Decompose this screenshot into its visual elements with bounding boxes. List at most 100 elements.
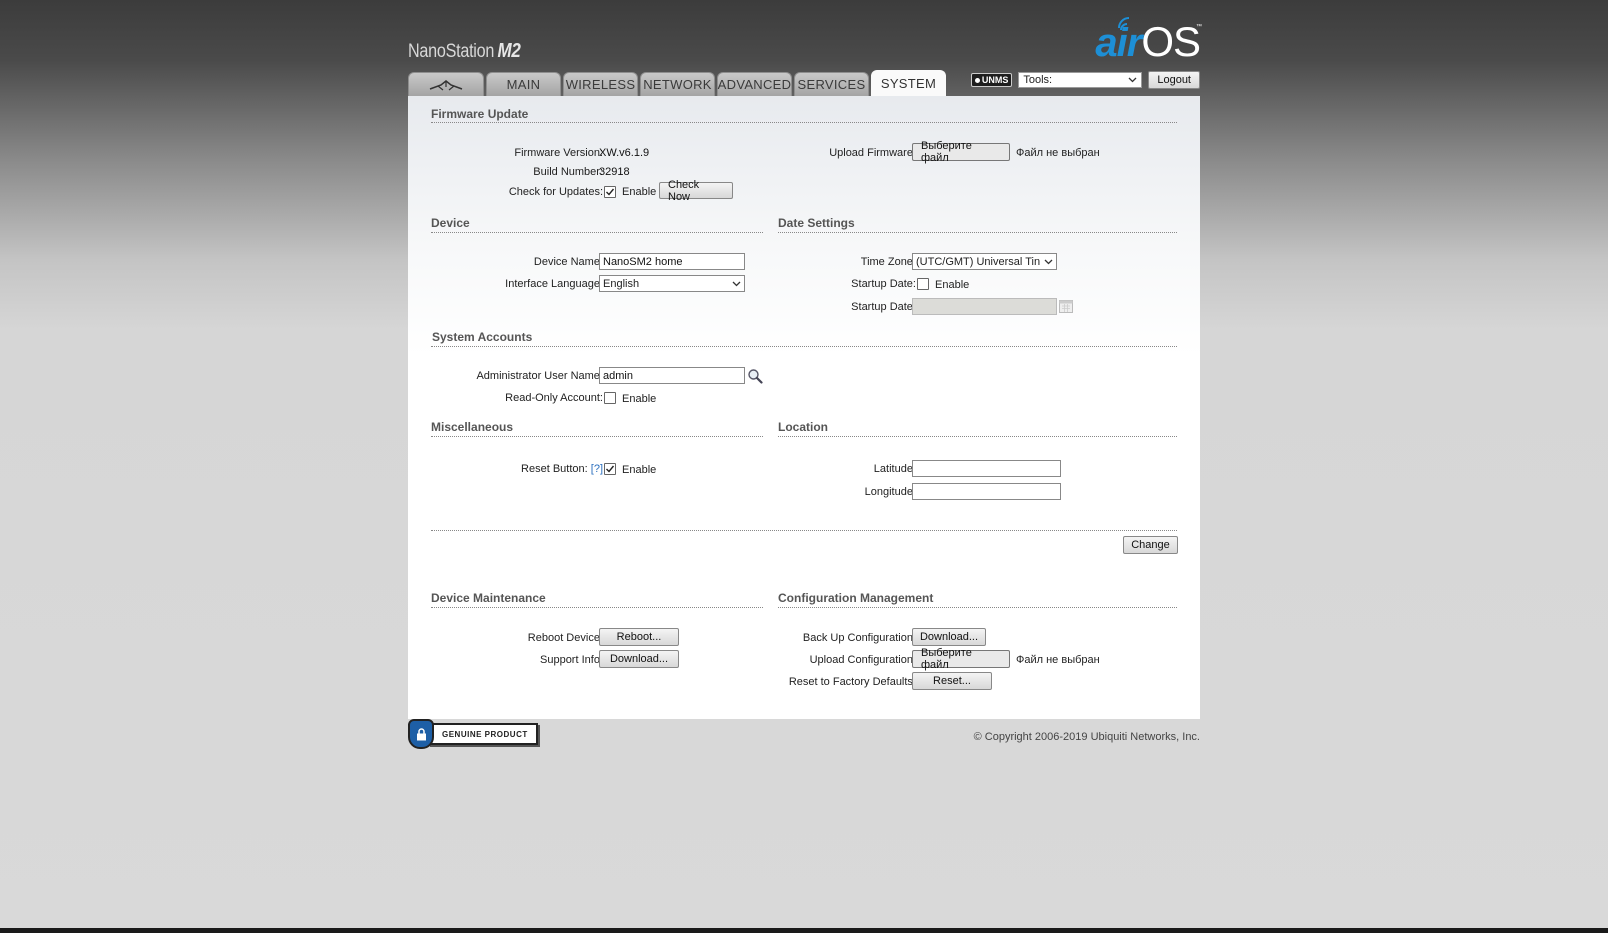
divider (431, 346, 1177, 347)
divider (431, 232, 763, 233)
reset-factory-defaults-button[interactable]: Reset... (912, 672, 992, 690)
latitude-label: Latitude: (873, 463, 916, 475)
tab-system[interactable]: SYSTEM (871, 70, 946, 96)
reboot-device-label: Reboot Device: (527, 632, 603, 644)
unms-label: UNMS (981, 75, 1009, 85)
unms-button[interactable]: UNMS (970, 73, 1013, 87)
check-updates-label: Check for Updates: (508, 186, 603, 198)
backup-configuration-download-button[interactable]: Download... (912, 628, 986, 646)
model-name-text: NanoStation (408, 41, 495, 62)
signal-waves-icon (1118, 17, 1130, 31)
logout-button[interactable]: Logout (1148, 71, 1200, 89)
header: NanoStation M2 airOS ™ MAIN WIRELESS NETW… (408, 0, 1202, 96)
interface-language-select[interactable]: English (599, 275, 745, 292)
build-number-value: 32918 (599, 166, 630, 178)
time-zone-select[interactable]: (UTC/GMT) Universal Tin (912, 253, 1057, 270)
divider (778, 607, 1177, 608)
genuine-product-badge: GENUINE PRODUCT (408, 719, 538, 749)
check-updates-enable-text: Enable (622, 186, 657, 198)
upload-configuration-label: Upload Configuration: (809, 654, 916, 666)
device-maintenance-section-title: Device Maintenance (431, 591, 546, 605)
upload-configuration-file-status: Файл не выбран (1016, 654, 1100, 666)
support-info-download-button[interactable]: Download... (599, 650, 679, 668)
chevron-down-icon (1044, 259, 1053, 264)
longitude-input[interactable] (912, 483, 1061, 500)
upload-firmware-file-status: Файл не выбран (1016, 147, 1100, 159)
device-section-title: Device (431, 216, 470, 230)
reset-button-enable-text: Enable (622, 464, 657, 476)
footer: GENUINE PRODUCT © Copyright 2006-2019 Ub… (408, 719, 1200, 755)
lock-icon (416, 727, 426, 740)
change-button[interactable]: Change (1123, 536, 1178, 554)
admin-username-input[interactable] (599, 367, 745, 384)
location-section-title: Location (778, 420, 828, 434)
model-name: NanoStation M2 (408, 40, 521, 63)
divider (778, 436, 1177, 437)
reboot-button[interactable]: Reboot... (599, 628, 679, 646)
time-zone-label: Time Zone: (860, 256, 916, 268)
system-accounts-section-title: System Accounts (432, 330, 533, 344)
startup-date-label: Startup Date: (851, 301, 916, 313)
reset-button-label-group: Reset Button: [?] (521, 463, 603, 475)
magnifier-icon[interactable] (747, 368, 763, 384)
configuration-management-section-title: Configuration Management (778, 591, 934, 605)
top-right-controls: UNMS Tools: Logout (970, 71, 1200, 89)
logo-tm: ™ (1196, 24, 1202, 30)
upload-configuration-choose-button[interactable]: Выберите файл (912, 647, 1010, 671)
tab-services[interactable]: SERVICES (794, 72, 869, 96)
longitude-label: Longitude: (864, 486, 916, 498)
model-suffix: M2 (497, 40, 521, 62)
upload-firmware-choose-button[interactable]: Выберите файл (912, 140, 1010, 164)
copyright-text: © Copyright 2006-2019 Ubiquiti Networks,… (973, 731, 1200, 743)
check-updates-checkbox[interactable] (604, 186, 616, 198)
miscellaneous-section-title: Miscellaneous (431, 420, 514, 434)
calendar-icon[interactable] (1059, 299, 1073, 313)
startup-date-enable-text: Enable (935, 279, 970, 291)
tab-wireless[interactable]: WIRELESS (563, 72, 638, 96)
divider (431, 436, 763, 437)
firmware-version-label: Firmware Version: (514, 147, 603, 159)
reset-button-help-link[interactable]: [?] (591, 463, 603, 475)
system-panel: Firmware Update Firmware Version: XW.v6.… (408, 96, 1200, 719)
main-tabs: MAIN WIRELESS NETWORK ADVANCED SERVICES … (408, 70, 946, 96)
tools-select[interactable]: Tools: (1018, 72, 1143, 88)
checkmark-icon (606, 465, 615, 473)
time-zone-value: (UTC/GMT) Universal Tin (916, 255, 1041, 268)
check-now-button[interactable]: Check Now (659, 179, 733, 203)
reset-button-label: Reset Button: (521, 463, 588, 475)
airos-logo: airOS ™ (1095, 17, 1202, 65)
tab-ubiquiti[interactable] (408, 72, 484, 96)
tab-network[interactable]: NETWORK (640, 72, 715, 96)
latitude-input[interactable] (912, 460, 1061, 477)
upload-firmware-label: Upload Firmware: (829, 147, 916, 159)
divider (431, 530, 1177, 531)
logo-os: OS (1141, 18, 1201, 65)
tab-main[interactable]: MAIN (486, 72, 561, 96)
reset-button-checkbox[interactable] (604, 463, 616, 475)
lock-shield-icon (408, 719, 434, 749)
tools-selected: Tools: (1023, 74, 1053, 86)
admin-username-label: Administrator User Name: (476, 370, 603, 382)
backup-configuration-label: Back Up Configuration: (802, 632, 916, 644)
chevron-down-icon (732, 281, 741, 286)
firmware-section-title: Firmware Update (431, 107, 529, 121)
genuine-product-text: GENUINE PRODUCT (428, 723, 538, 745)
startup-date-enable-label: Startup Date: (851, 278, 916, 290)
readonly-account-label: Read-Only Account: (505, 392, 603, 404)
tab-advanced[interactable]: ADVANCED (717, 72, 792, 96)
readonly-account-checkbox[interactable] (604, 392, 616, 404)
startup-date-input[interactable] (912, 298, 1057, 315)
bottom-bar (0, 928, 1608, 933)
interface-language-label: Interface Language: (505, 278, 603, 290)
date-settings-section-title: Date Settings (778, 216, 855, 230)
divider (778, 232, 1177, 233)
divider (431, 122, 1177, 123)
build-number-label: Build Number: (533, 166, 603, 178)
support-info-label: Support Info: (540, 654, 603, 666)
readonly-account-enable-text: Enable (622, 393, 657, 405)
checkmark-icon (606, 188, 615, 196)
divider (431, 607, 763, 608)
device-name-input[interactable] (599, 253, 745, 270)
startup-date-checkbox[interactable] (917, 278, 929, 290)
chevron-down-icon (1128, 77, 1137, 83)
